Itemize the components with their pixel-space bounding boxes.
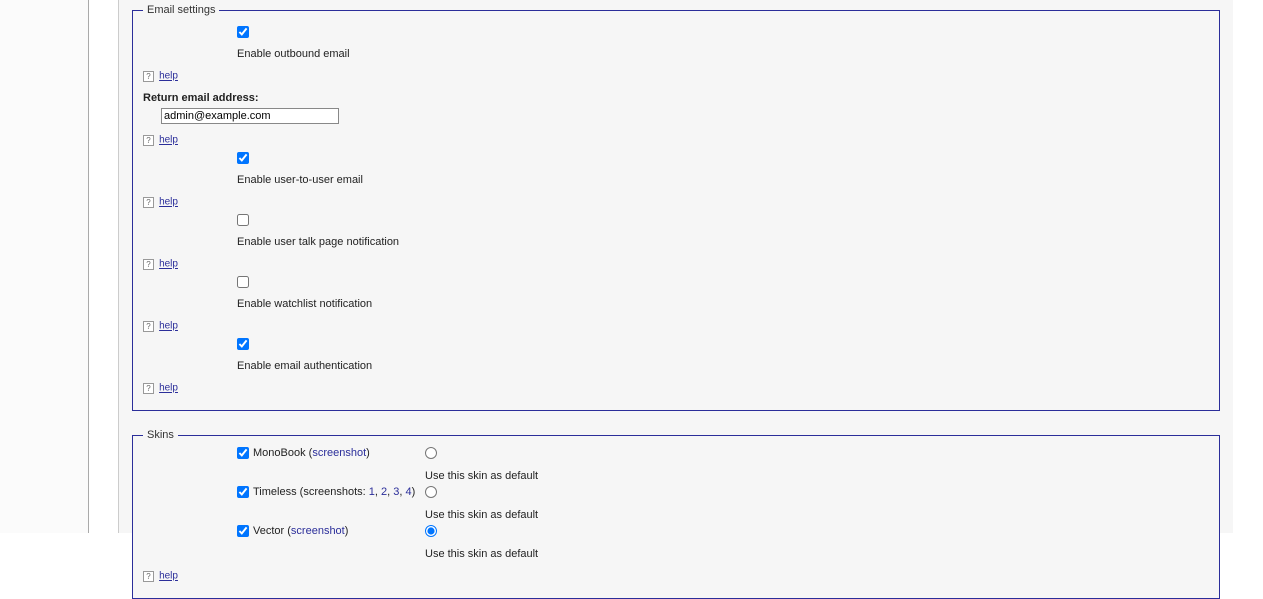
help-link[interactable]: help: [159, 135, 178, 146]
talk-notification-checkbox[interactable]: [237, 214, 249, 226]
email-authentication-checkbox[interactable]: [237, 338, 249, 350]
skins-fieldset: Skins MonoBook (screenshot) Use this ski…: [132, 429, 1220, 599]
screenshot-link[interactable]: screenshot: [312, 447, 366, 459]
help-row: ? help: [143, 570, 1209, 582]
help-row: ? help: [143, 70, 1209, 82]
skin-name-label: Timeless (screenshots: 1, 2, 3, 4): [253, 486, 415, 498]
help-icon: ?: [143, 571, 154, 582]
return-email-option: Return email address: ? help: [143, 92, 1209, 146]
skin-row-vector: Vector (screenshot) Use this skin as def…: [143, 525, 1209, 560]
skin-default-label: Use this skin as default: [425, 548, 538, 560]
help-icon: ?: [143, 197, 154, 208]
sidebar-region: [0, 0, 89, 533]
help-link[interactable]: help: [159, 383, 178, 394]
help-icon: ?: [143, 321, 154, 332]
skin-name-text: Timeless: [253, 486, 297, 498]
help-row: ? help: [143, 320, 1209, 332]
skin-name-text: Vector: [253, 525, 284, 537]
return-email-label: Return email address:: [143, 92, 1209, 104]
skin-enable-checkbox-vector[interactable]: [237, 525, 249, 537]
user-to-user-email-option: Enable user-to-user email ? help: [143, 152, 1209, 208]
skin-enable-checkbox-monobook[interactable]: [237, 447, 249, 459]
help-link[interactable]: help: [159, 71, 178, 82]
email-settings-fieldset: Email settings Enable outbound email ? h…: [132, 4, 1220, 411]
email-authentication-label: Enable email authentication: [237, 360, 1209, 372]
talk-notification-label: Enable user talk page notification: [237, 236, 1209, 248]
skin-name-label: MonoBook (screenshot): [253, 447, 370, 459]
help-icon: ?: [143, 135, 154, 146]
skin-enable-checkbox-timeless[interactable]: [237, 486, 249, 498]
help-link[interactable]: help: [159, 571, 178, 582]
help-icon: ?: [143, 383, 154, 394]
help-link[interactable]: help: [159, 259, 178, 270]
watchlist-notification-option: Enable watchlist notification ? help: [143, 276, 1209, 332]
outbound-email-checkbox[interactable]: [237, 26, 249, 38]
help-icon: ?: [143, 259, 154, 270]
help-icon: ?: [143, 71, 154, 82]
user-to-user-email-checkbox[interactable]: [237, 152, 249, 164]
content-panel: Email settings Enable outbound email ? h…: [118, 0, 1233, 533]
help-row: ? help: [143, 134, 1209, 146]
screenshot-link[interactable]: screenshot: [291, 525, 345, 537]
watchlist-notification-label: Enable watchlist notification: [237, 298, 1209, 310]
email-settings-legend: Email settings: [143, 4, 219, 16]
skin-default-label: Use this skin as default: [425, 470, 538, 482]
skin-row-monobook: MonoBook (screenshot) Use this skin as d…: [143, 447, 1209, 482]
help-row: ? help: [143, 258, 1209, 270]
screenshot-link-2[interactable]: 2: [381, 486, 387, 498]
help-link[interactable]: help: [159, 197, 178, 208]
return-email-input[interactable]: [161, 108, 339, 124]
outbound-email-option: Enable outbound email ? help: [143, 26, 1209, 82]
watchlist-notification-checkbox[interactable]: [237, 276, 249, 288]
screenshot-link-4[interactable]: 4: [406, 486, 412, 498]
skin-default-radio-monobook[interactable]: [425, 447, 437, 459]
skin-name-label: Vector (screenshot): [253, 525, 348, 537]
skin-default-radio-vector[interactable]: [425, 525, 437, 537]
skin-default-radio-timeless[interactable]: [425, 486, 437, 498]
help-row: ? help: [143, 196, 1209, 208]
user-to-user-email-label: Enable user-to-user email: [237, 174, 1209, 186]
outbound-email-label: Enable outbound email: [237, 48, 1209, 60]
help-link[interactable]: help: [159, 321, 178, 332]
email-authentication-option: Enable email authentication ? help: [143, 338, 1209, 394]
talk-notification-option: Enable user talk page notification ? hel…: [143, 214, 1209, 270]
skin-row-timeless: Timeless (screenshots: 1, 2, 3, 4) Use t…: [143, 486, 1209, 521]
screenshot-link-1[interactable]: 1: [369, 486, 375, 498]
skin-default-label: Use this skin as default: [425, 509, 538, 521]
screenshot-link-3[interactable]: 3: [393, 486, 399, 498]
skins-legend: Skins: [143, 429, 178, 441]
skin-name-text: MonoBook: [253, 447, 306, 459]
screenshots-prefix: screenshots:: [303, 486, 368, 498]
help-row: ? help: [143, 382, 1209, 394]
